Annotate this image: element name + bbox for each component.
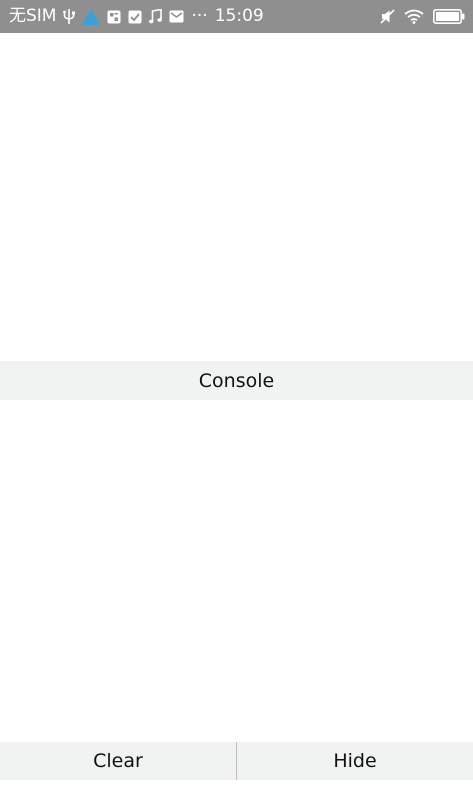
battery-icon xyxy=(433,9,465,24)
status-bar: 无SIM ··· 15:09 xyxy=(0,0,473,33)
hide-button[interactable]: Hide xyxy=(237,742,473,780)
mute-icon xyxy=(380,9,395,24)
carrier-label: 无SIM xyxy=(9,6,57,26)
clear-button[interactable]: Clear xyxy=(0,742,236,780)
console-header: Console xyxy=(0,361,473,400)
status-time: 15:09 xyxy=(214,6,264,26)
checkbox-icon xyxy=(128,10,142,24)
app-notification-icon xyxy=(107,10,121,24)
warning-triangle-icon xyxy=(82,8,101,25)
status-left-group: 无SIM ··· 15:09 xyxy=(9,8,264,25)
hide-button-label: Hide xyxy=(333,750,377,772)
usb-icon xyxy=(63,8,76,25)
wifi-icon xyxy=(404,9,424,24)
music-note-icon xyxy=(149,9,163,24)
mail-icon xyxy=(169,10,184,23)
console-title: Console xyxy=(198,369,275,392)
clear-button-label: Clear xyxy=(93,750,143,772)
status-right-group xyxy=(380,9,465,24)
more-indicator: ··· xyxy=(191,6,208,26)
bottom-button-bar: Clear Hide xyxy=(0,742,473,780)
